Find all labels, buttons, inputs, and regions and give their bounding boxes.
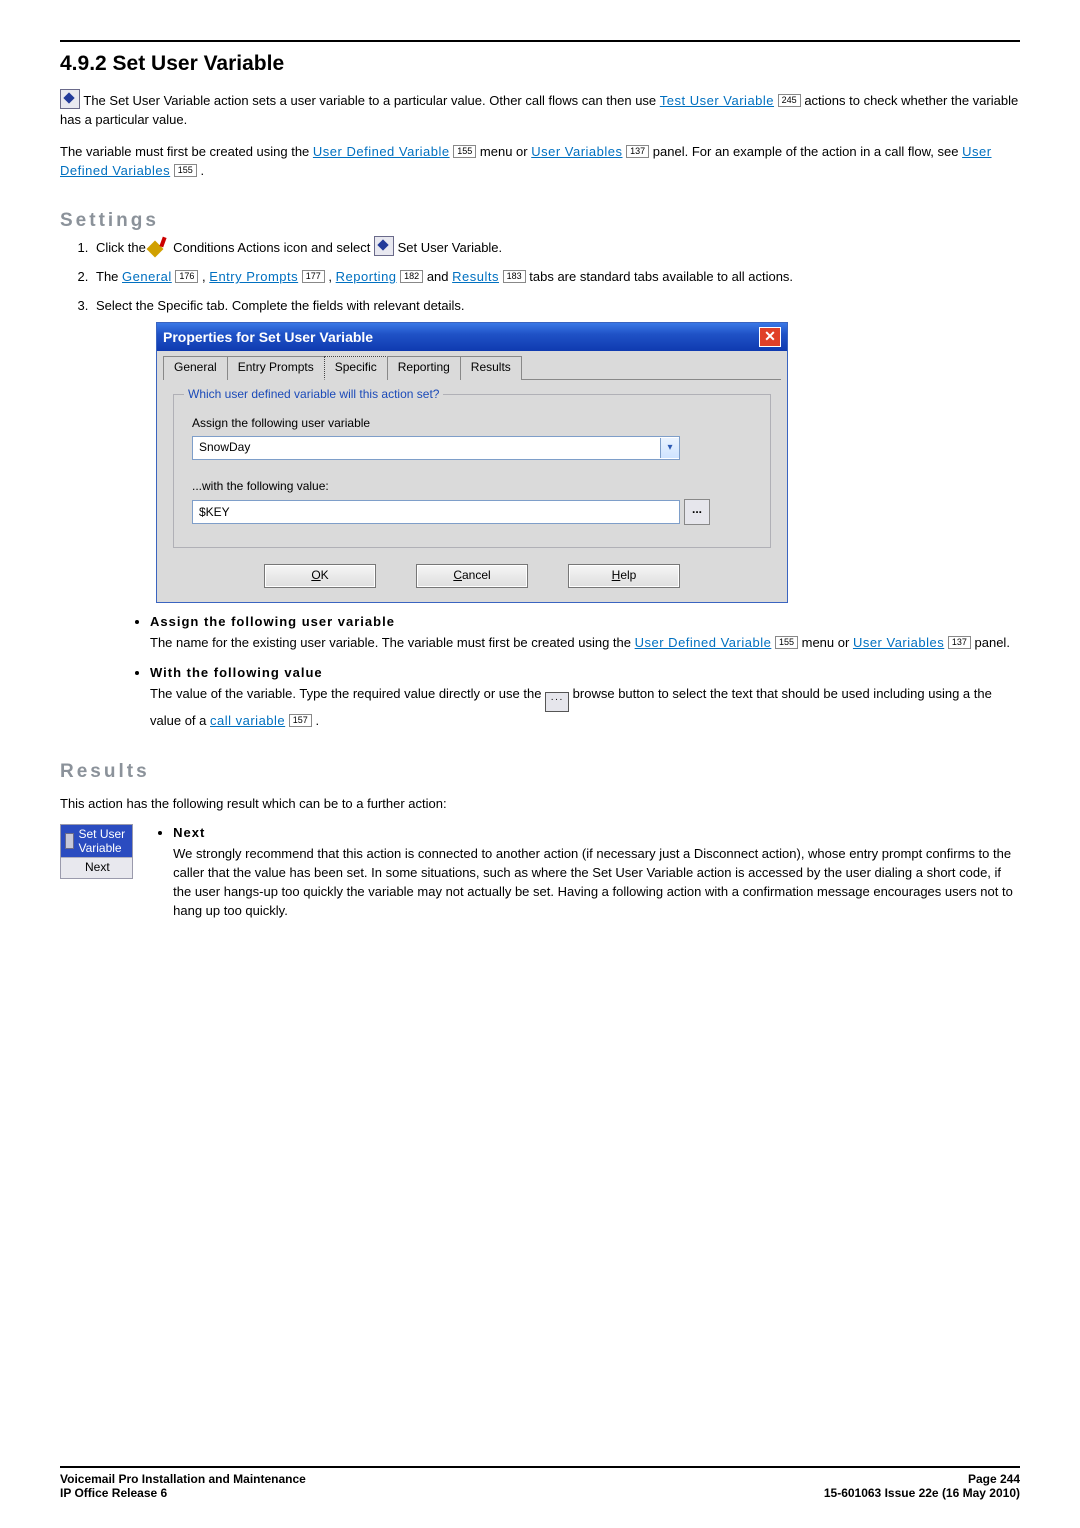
results-intro: This action has the following result whi… bbox=[60, 796, 1020, 811]
browse-button[interactable]: ... bbox=[684, 499, 710, 525]
tab-general[interactable]: General bbox=[163, 356, 228, 379]
pageref-176[interactable]: 176 bbox=[175, 270, 198, 283]
option-assign-variable: Assign the following user variable The n… bbox=[150, 613, 1020, 653]
results-heading: Results bbox=[60, 761, 1020, 783]
value-textbox[interactable]: $KEY bbox=[192, 500, 680, 524]
set-user-variable-icon bbox=[60, 89, 80, 109]
link-call-variable[interactable]: call variable bbox=[210, 713, 285, 728]
pageref-157[interactable]: 157 bbox=[289, 714, 312, 727]
pageref-183[interactable]: 183 bbox=[503, 270, 526, 283]
pageref-137a[interactable]: 137 bbox=[626, 145, 649, 158]
pageref-155a[interactable]: 155 bbox=[453, 145, 476, 158]
tab-results[interactable]: Results bbox=[460, 356, 522, 379]
step-3: Select the Specific tab. Complete the fi… bbox=[92, 297, 1020, 603]
link-user-defined-variable[interactable]: User Defined Variable bbox=[313, 144, 450, 159]
pageref-177[interactable]: 177 bbox=[302, 270, 325, 283]
tab-specific[interactable]: Specific bbox=[324, 356, 388, 379]
dialog-title: Properties for Set User Variable bbox=[163, 327, 373, 347]
link-general-tab[interactable]: General bbox=[122, 269, 172, 284]
groupbox-legend: Which user defined variable will this ac… bbox=[184, 386, 443, 403]
node-title: Set User Variable bbox=[78, 827, 128, 855]
step-1: Click the Conditions Actions icon and se… bbox=[92, 236, 1020, 258]
node-next-row: Next bbox=[61, 857, 132, 878]
link-udv-2[interactable]: User Defined Variable bbox=[635, 635, 772, 650]
label-with-value: ...with the following value: bbox=[192, 478, 752, 495]
link-test-user-variable[interactable]: Test User Variable bbox=[660, 93, 774, 108]
help-button[interactable]: Help bbox=[568, 564, 680, 587]
intro-para-2: The variable must first be created using… bbox=[60, 143, 1020, 181]
ok-button[interactable]: OK bbox=[264, 564, 376, 587]
link-user-variables[interactable]: User Variables bbox=[531, 144, 622, 159]
step-2: The General 176 , Entry Prompts 177 , Re… bbox=[92, 268, 1020, 287]
link-reporting-tab[interactable]: Reporting bbox=[336, 269, 397, 284]
intro-para-1: The Set User Variable action sets a user… bbox=[60, 89, 1020, 130]
browse-icon-inline: ··· bbox=[545, 692, 569, 712]
cancel-button[interactable]: Cancel bbox=[416, 564, 528, 587]
footer-page: Page 244 bbox=[824, 1472, 1020, 1486]
page-footer: Voicemail Pro Installation and Maintenan… bbox=[60, 1466, 1020, 1500]
properties-dialog: Properties for Set User Variable ✕ Gener… bbox=[156, 322, 788, 603]
tab-reporting[interactable]: Reporting bbox=[387, 356, 461, 379]
footer-doc-title: Voicemail Pro Installation and Maintenan… bbox=[60, 1472, 306, 1486]
value-textbox-value: $KEY bbox=[199, 504, 230, 521]
result-next: Next We strongly recommend that this act… bbox=[173, 824, 1020, 920]
pageref-245[interactable]: 245 bbox=[778, 94, 801, 107]
footer-issue: 15-601063 Issue 22e (16 May 2010) bbox=[824, 1486, 1020, 1500]
link-entry-prompts-tab[interactable]: Entry Prompts bbox=[209, 269, 298, 284]
pageref-155c[interactable]: 155 bbox=[775, 636, 798, 649]
pageref-155b[interactable]: 155 bbox=[174, 164, 197, 177]
conditions-actions-icon bbox=[149, 237, 169, 257]
close-button[interactable]: ✕ bbox=[759, 327, 781, 347]
set-user-variable-icon-inline bbox=[374, 236, 394, 256]
footer-product: IP Office Release 6 bbox=[60, 1486, 306, 1500]
variable-combobox-value: SnowDay bbox=[199, 439, 250, 456]
pageref-182[interactable]: 182 bbox=[400, 270, 423, 283]
pageref-137b[interactable]: 137 bbox=[948, 636, 971, 649]
result-node: Set User Variable Next bbox=[60, 824, 133, 879]
chevron-down-icon[interactable]: ▾ bbox=[660, 438, 679, 458]
section-heading: 4.9.2 Set User Variable bbox=[60, 52, 1020, 76]
option-with-value: With the following value The value of th… bbox=[150, 664, 1020, 731]
tab-entry-prompts[interactable]: Entry Prompts bbox=[227, 356, 325, 379]
node-icon bbox=[65, 833, 74, 849]
settings-heading: Settings bbox=[60, 210, 1020, 232]
variable-combobox[interactable]: SnowDay ▾ bbox=[192, 436, 680, 460]
link-results-tab[interactable]: Results bbox=[452, 269, 499, 284]
label-assign-variable: Assign the following user variable bbox=[192, 415, 752, 432]
link-uv-2[interactable]: User Variables bbox=[853, 635, 944, 650]
